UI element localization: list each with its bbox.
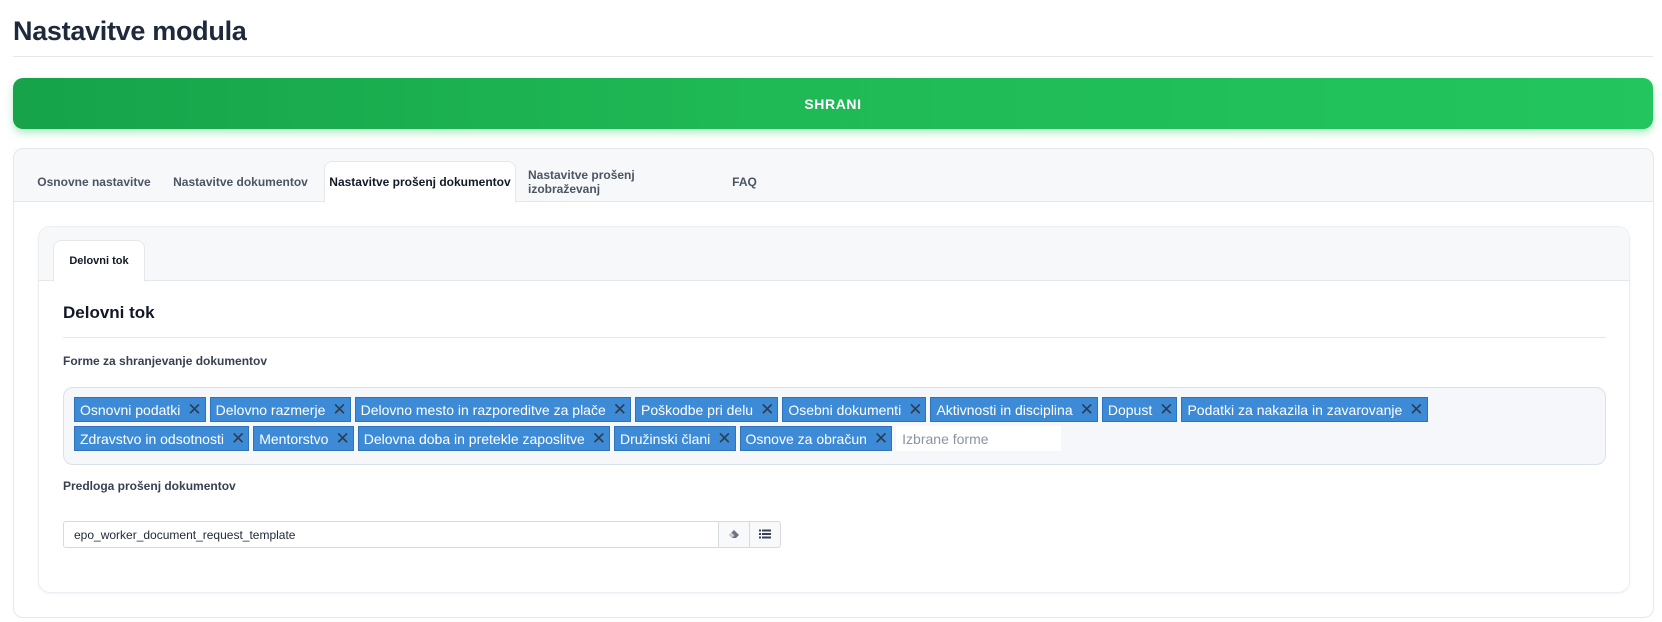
template-label: Predloga prošenj dokumentov [63, 479, 236, 493]
tab-nastavitve-prosenj-dokumentov[interactable]: Nastavitve prošenj dokumentov [324, 161, 516, 203]
remove-tag-icon[interactable]: ✕ [332, 401, 346, 418]
workflow-panel: Delovni tok Delovni tok Forme za shranje… [38, 226, 1630, 593]
form-tag-label: Dopust [1107, 401, 1153, 418]
remove-tag-icon[interactable]: ✕ [760, 401, 774, 418]
remove-tag-icon[interactable]: ✕ [1080, 401, 1094, 418]
remove-tag-icon[interactable]: ✕ [1159, 401, 1173, 418]
form-tag: Zdravstvo in odsotnosti ✕ [74, 426, 250, 451]
form-tag: Poškodbe pri delu ✕ [635, 397, 779, 422]
sub-tab-delovni-tok[interactable]: Delovni tok [53, 240, 145, 282]
form-tag: Dopust ✕ [1101, 397, 1178, 422]
tab-faq[interactable]: FAQ [719, 161, 770, 203]
remove-tag-icon[interactable]: ✕ [908, 401, 922, 418]
forms-search-input[interactable] [896, 426, 1062, 451]
form-tag-label: Podatki za nakazila in zavarovanje [1187, 401, 1403, 418]
remove-tag-icon[interactable]: ✕ [335, 430, 349, 447]
form-tag-label: Delovno razmerje [215, 401, 326, 418]
select-template-button[interactable] [750, 521, 781, 548]
form-tag-label: Osnovni podatki [80, 401, 181, 418]
template-field-group [63, 521, 781, 548]
form-tag-label: Mentorstvo [259, 430, 329, 447]
tab-nastavitve-prosenj-izobrazevanj[interactable]: Nastavitve prošenj izobraževanj [528, 161, 708, 203]
eraser-icon [728, 527, 740, 542]
forms-label: Forme za shranjevanje dokumentov [63, 354, 268, 368]
form-tag-label: Družinski člani [620, 430, 711, 447]
form-tag: Delovna doba in pretekle zaposlitve ✕ [357, 426, 610, 451]
form-tag-label: Osebni dokumenti [788, 401, 902, 418]
remove-tag-icon[interactable]: ✕ [1409, 401, 1423, 418]
tab-bar: Osnovne nastavitve Nastavitve dokumentov… [14, 149, 1653, 203]
tab-osnovne-nastavitve[interactable]: Osnovne nastavitve [30, 161, 158, 203]
form-tag: Delovno razmerje ✕ [209, 397, 351, 422]
section-divider [63, 337, 1606, 338]
clear-template-button[interactable] [719, 521, 750, 548]
form-tag: Delovno mesto in razporeditve za plače ✕ [354, 397, 632, 422]
remove-tag-icon[interactable]: ✕ [592, 430, 606, 447]
remove-tag-icon[interactable]: ✕ [613, 401, 627, 418]
form-tag-label: Zdravstvo in odsotnosti [80, 430, 224, 447]
page-title: Nastavitve modula [13, 16, 247, 46]
tag-row-1: Osnovni podatki ✕ Delovno razmerje ✕ Delov… [74, 397, 1428, 422]
form-tag-label: Osnove za obračun [745, 430, 867, 447]
section-title: Delovni tok [63, 303, 155, 322]
form-tag: Osebni dokumenti ✕ [782, 397, 927, 422]
tag-row-2: Zdravstvo in odsotnosti ✕ Mentorstvo ✕ Del… [74, 426, 1062, 451]
remove-tag-icon[interactable]: ✕ [231, 430, 245, 447]
remove-tag-icon[interactable]: ✕ [717, 430, 731, 447]
sub-tab-bar: Delovni tok [39, 227, 1629, 282]
save-button[interactable]: SHRANI [13, 78, 1653, 129]
title-divider [13, 56, 1653, 57]
form-tag: Podatki za nakazila in zavarovanje ✕ [1181, 397, 1428, 422]
form-tag: Osnovni podatki ✕ [74, 397, 206, 422]
form-tag-label: Delovno mesto in razporeditve za plače [360, 401, 606, 418]
form-tag: Mentorstvo ✕ [253, 426, 354, 451]
form-tag: Aktivnosti in disciplina ✕ [930, 397, 1098, 422]
settings-card: Osnovne nastavitve Nastavitve dokumentov… [13, 148, 1654, 618]
template-input[interactable] [63, 521, 719, 548]
form-tag: Družinski člani ✕ [614, 426, 736, 451]
form-tag-label: Delovna doba in pretekle zaposlitve [363, 430, 585, 447]
form-tag-label: Poškodbe pri delu [641, 401, 754, 418]
list-icon [759, 527, 771, 542]
form-tag-label: Aktivnosti in disciplina [936, 401, 1073, 418]
form-tag: Osnove za obračun ✕ [739, 426, 893, 451]
forms-multiselect[interactable]: Osnovni podatki ✕ Delovno razmerje ✕ Delov… [63, 387, 1606, 465]
remove-tag-icon[interactable]: ✕ [187, 401, 201, 418]
tab-nastavitve-dokumentov[interactable]: Nastavitve dokumentov [169, 161, 312, 203]
remove-tag-icon[interactable]: ✕ [874, 430, 888, 447]
